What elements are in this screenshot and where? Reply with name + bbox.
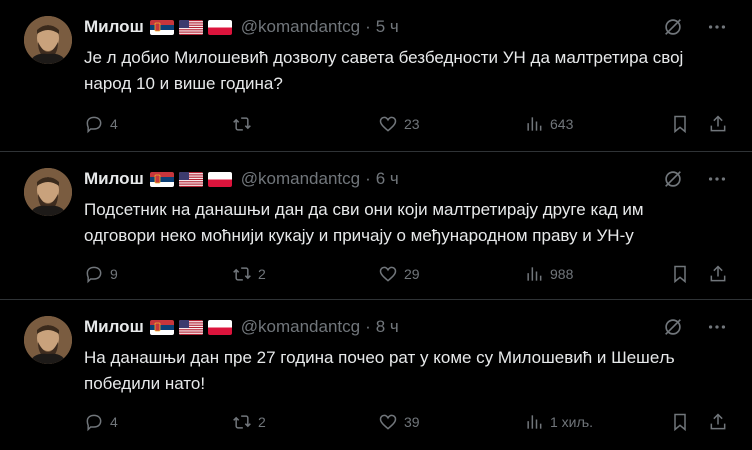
reply-count: 4 — [110, 414, 118, 430]
retweet-icon — [233, 415, 251, 429]
share-button[interactable] — [708, 112, 728, 136]
tweet[interactable]: Милош @komandantcg · 5 ч Је л добио Мило… — [0, 0, 752, 152]
timestamp[interactable]: 8 ч — [376, 317, 399, 337]
views-button[interactable]: 643 — [524, 112, 573, 136]
tweet-text-line: На данашњи дан пре 27 година почео рат у… — [84, 348, 675, 367]
more-options-icon[interactable] — [706, 16, 728, 38]
views-button[interactable]: 1 хиљ. — [524, 410, 593, 434]
like-count: 39 — [404, 414, 420, 430]
tweet-text-line: Је л добио Милошевић дозволу савета безб… — [84, 48, 684, 67]
like-button[interactable]: 29 — [378, 262, 420, 286]
views-button[interactable]: 988 — [524, 262, 573, 286]
share-icon — [710, 265, 726, 282]
tweet-header: Милош @komandantcg · 5 ч — [84, 16, 728, 38]
like-button[interactable]: 39 — [378, 410, 420, 434]
serbia-flag-icon — [149, 171, 174, 187]
reply-icon — [86, 266, 102, 284]
serbia-flag-icon — [149, 19, 174, 35]
separator-dot: · — [365, 17, 371, 36]
retweet-button[interactable] — [232, 112, 258, 136]
avatar[interactable] — [24, 316, 72, 364]
like-count: 29 — [404, 266, 420, 282]
reply-count: 4 — [110, 116, 118, 132]
heart-icon — [379, 414, 397, 430]
display-name[interactable]: Милош — [84, 17, 144, 37]
tweet-actions: 4 23 643 — [84, 112, 728, 136]
reply-button[interactable]: 4 — [84, 112, 118, 136]
views-chart-icon — [527, 267, 542, 281]
tweet-text-line: одговори неко моћнији кукају и причају о… — [84, 226, 634, 245]
view-count: 643 — [550, 116, 574, 132]
avatar[interactable] — [24, 168, 72, 216]
bookmark-button[interactable] — [670, 262, 690, 286]
reply-icon — [86, 414, 102, 432]
share-icon — [710, 115, 726, 132]
more-options-icon[interactable] — [706, 168, 728, 190]
retweet-button[interactable]: 2 — [232, 410, 266, 434]
avatar[interactable] — [24, 16, 72, 64]
reply-button[interactable]: 4 — [84, 410, 118, 434]
tweet-header: Милош @komandantcg · 8 ч — [84, 316, 728, 338]
retweet-button[interactable]: 2 — [232, 262, 266, 286]
timestamp[interactable]: 5 ч — [376, 17, 399, 37]
display-name[interactable]: Милош — [84, 169, 144, 189]
poland-flag-icon — [207, 19, 232, 35]
tweet-text: Подсетник на данашњи дан да сви они који… — [84, 197, 724, 249]
bookmark-icon — [674, 265, 686, 284]
bookmark-icon — [674, 115, 686, 134]
more-options-icon[interactable] — [706, 316, 728, 338]
tweet-text: На данашњи дан пре 27 година почео рат у… — [84, 345, 724, 397]
heart-icon — [379, 116, 397, 132]
tweet-text: Је л добио Милошевић дозволу савета безб… — [84, 45, 724, 97]
serbia-flag-icon — [149, 319, 174, 335]
poland-flag-icon — [207, 319, 232, 335]
retweet-icon — [233, 117, 251, 131]
share-icon — [710, 413, 726, 430]
bookmark-button[interactable] — [670, 112, 690, 136]
reply-count: 9 — [110, 266, 118, 282]
heart-icon — [379, 266, 397, 282]
tweet-text-line: победили нато! — [84, 374, 206, 393]
display-name[interactable]: Милош — [84, 317, 144, 337]
reply-icon — [86, 116, 102, 134]
tweet[interactable]: Милош @komandantcg · 8 ч На данашњи дан … — [0, 300, 752, 450]
share-button[interactable] — [708, 410, 728, 434]
header-icons — [662, 316, 728, 338]
tweet[interactable]: Милош @komandantcg · 6 ч Подсетник на да… — [0, 152, 752, 300]
reply-button[interactable]: 9 — [84, 262, 118, 286]
tweet-actions: 4 2 39 1 хиљ. — [84, 410, 728, 434]
separator-dot: · — [365, 169, 371, 188]
grok-icon[interactable] — [662, 168, 684, 190]
like-button[interactable]: 23 — [378, 112, 420, 136]
bookmark-button[interactable] — [670, 410, 690, 434]
view-count: 988 — [550, 266, 574, 282]
grok-icon[interactable] — [662, 316, 684, 338]
retweet-count: 2 — [258, 414, 266, 430]
timestamp[interactable]: 6 ч — [376, 169, 399, 189]
header-icons — [662, 16, 728, 38]
poland-flag-icon — [207, 171, 232, 187]
views-chart-icon — [527, 117, 542, 131]
user-handle[interactable]: @komandantcg — [241, 317, 360, 337]
views-chart-icon — [527, 415, 542, 429]
separator-dot: · — [365, 317, 371, 336]
retweet-count: 2 — [258, 266, 266, 282]
bookmark-icon — [674, 413, 686, 432]
tweet-actions: 9 2 29 988 — [84, 262, 728, 286]
tweet-text-line: народ 10 и више година? — [84, 74, 283, 93]
grok-icon[interactable] — [662, 16, 684, 38]
like-count: 23 — [404, 116, 420, 132]
tweet-header: Милош @komandantcg · 6 ч — [84, 168, 728, 190]
view-count: 1 хиљ. — [550, 414, 594, 430]
user-handle[interactable]: @komandantcg — [241, 169, 360, 189]
user-handle[interactable]: @komandantcg — [241, 17, 360, 37]
usa-flag-icon — [178, 19, 203, 35]
usa-flag-icon — [178, 171, 203, 187]
share-button[interactable] — [708, 262, 728, 286]
header-icons — [662, 168, 728, 190]
usa-flag-icon — [178, 319, 203, 335]
tweet-text-line: Подсетник на данашњи дан да сви они који… — [84, 200, 644, 219]
retweet-icon — [233, 267, 251, 281]
